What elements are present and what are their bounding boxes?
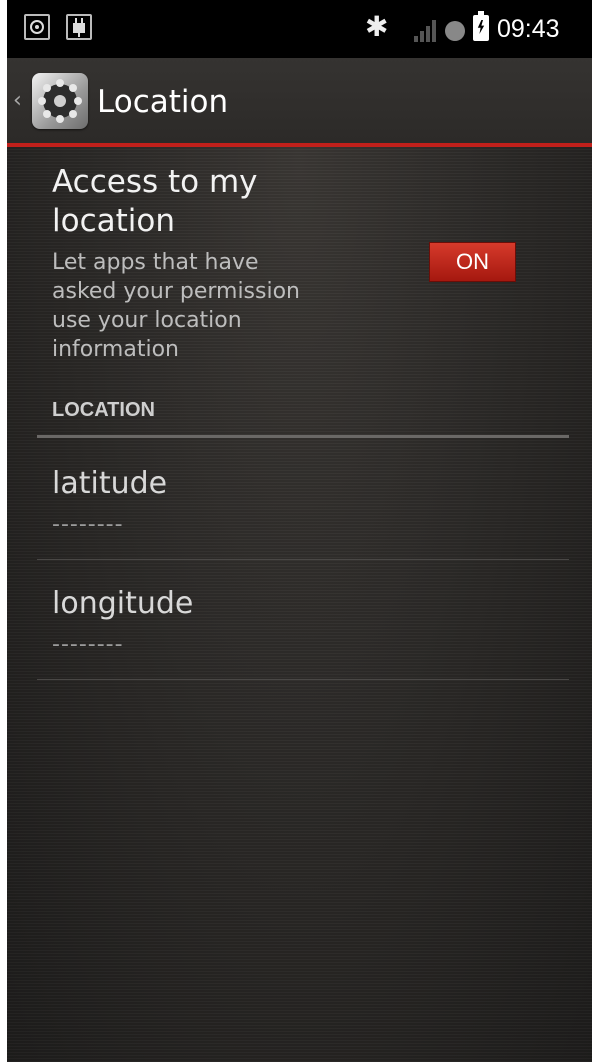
access-location-summary: Let apps that have asked your permission… [52,250,300,362]
latitude-title[interactable]: latitude [52,466,167,502]
sync-icon [445,21,465,41]
longitude-divider [37,679,569,680]
status-time: 09:43 [497,15,560,43]
back-chevron-icon[interactable]: ‹ [13,90,22,112]
screen: ✱ 09:43 ‹ Location Access to my location… [7,0,592,1062]
latitude-value: -------- [52,512,124,537]
signal-icon [414,20,440,42]
settings-gear-icon[interactable] [32,73,88,129]
longitude-title[interactable]: longitude [52,586,193,622]
battery-charging-icon [473,11,489,41]
access-location-toggle[interactable]: ON [429,242,516,282]
section-header: LOCATION [52,399,155,421]
action-bar-divider [7,143,592,147]
page-title: Location [97,84,229,120]
longitude-value: -------- [52,632,124,657]
access-location-title[interactable]: Access to my location [52,163,332,241]
gps-icon [24,14,50,40]
bluetooth-icon: ✱ [365,10,389,43]
section-divider [37,435,569,438]
usb-debug-icon [66,14,92,40]
status-bar: ✱ 09:43 [7,0,592,58]
action-bar [7,58,592,143]
latitude-divider [37,559,569,560]
